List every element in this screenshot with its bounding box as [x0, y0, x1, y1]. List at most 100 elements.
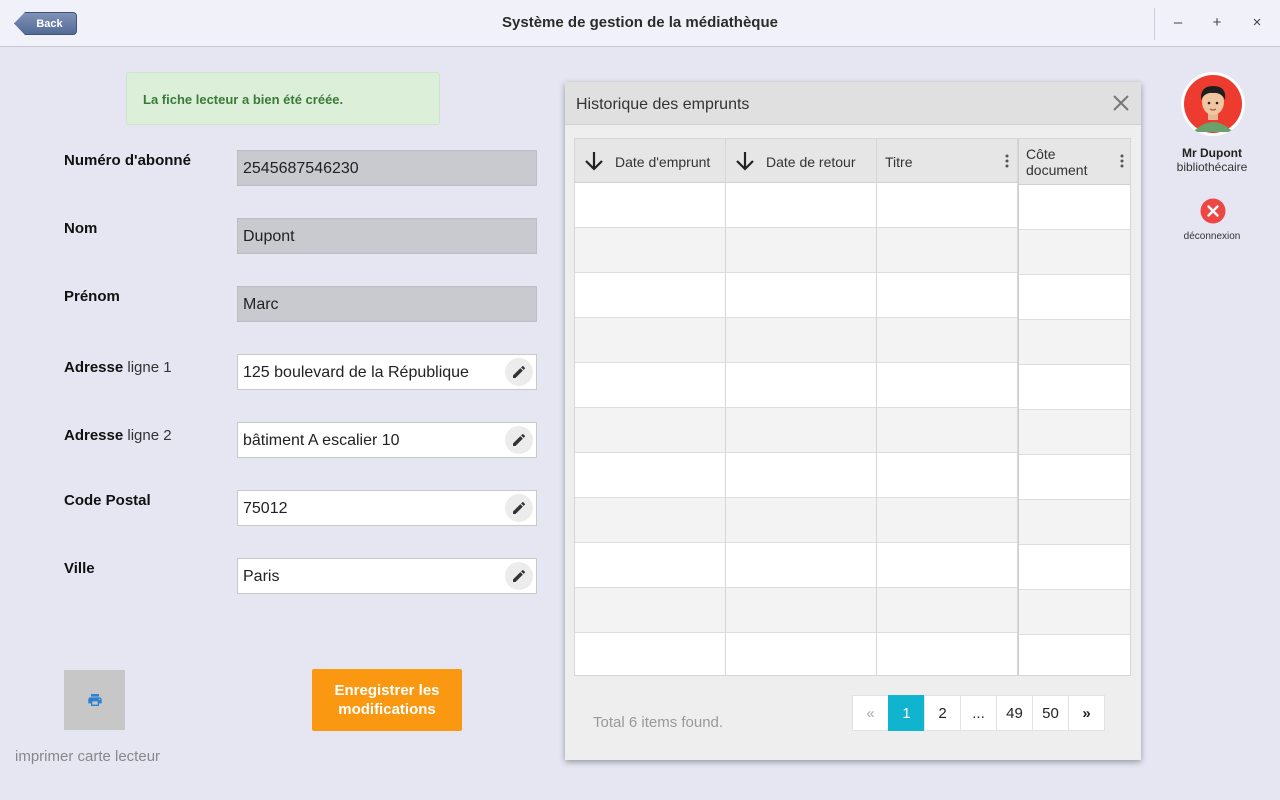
- table-cell: [1019, 500, 1130, 545]
- more-vertical-icon[interactable]: [1005, 154, 1009, 168]
- maximize-button[interactable]: +: [1207, 12, 1227, 34]
- avatar[interactable]: [1181, 72, 1245, 136]
- table-cell: [877, 633, 1017, 675]
- page-button[interactable]: 49: [996, 695, 1033, 731]
- success-alert-text: La fiche lecteur a bien été créée.: [143, 92, 344, 107]
- pencil-icon: [513, 569, 526, 582]
- edit-address2-button[interactable]: [505, 426, 533, 454]
- header-loan-date-label: Date d'emprunt: [615, 154, 711, 170]
- header-title[interactable]: Titre: [877, 139, 1017, 183]
- header-doc-code-line2: document: [1026, 162, 1088, 178]
- table-cell: [575, 633, 725, 675]
- first-name-value: Marc: [243, 296, 279, 313]
- page-button[interactable]: 50: [1032, 695, 1069, 731]
- address2-value: bâtiment A escalier 10: [243, 432, 400, 449]
- city-label: Ville: [64, 560, 95, 577]
- arrow-down-icon[interactable]: [584, 150, 604, 172]
- table-cell: [575, 318, 725, 363]
- table-cell: [575, 273, 725, 318]
- table-cell: [877, 318, 1017, 363]
- address2-label-bold: Adresse: [64, 427, 124, 444]
- last-name-field: Dupont: [237, 218, 537, 254]
- table-cell: [1019, 320, 1130, 365]
- table-cell: [575, 588, 725, 633]
- table-cell: [877, 228, 1017, 273]
- table-cell: [1019, 455, 1130, 500]
- header-doc-code[interactable]: Côte document: [1019, 139, 1130, 185]
- page-next-button[interactable]: »: [1068, 695, 1105, 731]
- table-cell: [877, 273, 1017, 318]
- table-cell: [726, 183, 876, 228]
- table-cell: [877, 183, 1017, 228]
- table-cell: [1019, 410, 1130, 455]
- loan-history-table: Date d'emprunt Date de retour Titre Côte…: [574, 138, 1131, 676]
- header-title-label: Titre: [885, 154, 913, 170]
- city-field[interactable]: Paris: [237, 558, 537, 594]
- address1-field[interactable]: 125 boulevard de la République: [237, 354, 537, 390]
- address1-label: Adresse ligne 1: [64, 359, 172, 376]
- address1-label-bold: Adresse: [64, 359, 124, 376]
- header-doc-code-line1: Côte: [1026, 146, 1056, 162]
- dialog-title: Historique des emprunts: [576, 96, 750, 113]
- user-role: bibliothécaire: [1176, 160, 1248, 174]
- printer-icon: [87, 694, 102, 706]
- arrow-down-icon[interactable]: [735, 150, 755, 172]
- city-value: Paris: [243, 568, 280, 585]
- postal-code-field[interactable]: 75012: [237, 490, 537, 526]
- first-name-field: Marc: [237, 286, 537, 322]
- column-title: Titre: [877, 139, 1018, 675]
- edit-address1-button[interactable]: [505, 358, 533, 386]
- save-label-line2: modifications: [338, 701, 436, 718]
- pencil-icon: [513, 501, 526, 514]
- pencil-icon: [513, 365, 526, 378]
- address1-label-rest: ligne 1: [123, 359, 172, 376]
- success-alert: La fiche lecteur a bien été créée.: [126, 72, 440, 125]
- table-cell: [726, 318, 876, 363]
- edit-city-button[interactable]: [505, 562, 533, 590]
- table-cell: [726, 408, 876, 453]
- print-card-button[interactable]: [64, 670, 125, 730]
- column-doc-code: Côte document: [1018, 139, 1130, 675]
- save-changes-button[interactable]: Enregistrer les modifications: [312, 669, 462, 731]
- header-doc-code-label: Côte document: [1026, 146, 1087, 178]
- subscriber-number-field: 2545687546230: [237, 150, 537, 186]
- table-cell: [1019, 365, 1130, 410]
- print-card-label[interactable]: imprimer carte lecteur: [15, 748, 160, 765]
- table-cell: [726, 543, 876, 588]
- table-cell: [726, 363, 876, 408]
- table-cell: [575, 183, 725, 228]
- table-cell: [1019, 230, 1130, 275]
- header-loan-date[interactable]: Date d'emprunt: [575, 139, 725, 183]
- city-label-text: Ville: [64, 560, 95, 577]
- page-first-button[interactable]: «: [852, 695, 889, 731]
- address2-field[interactable]: bâtiment A escalier 10: [237, 422, 537, 458]
- close-icon[interactable]: [1112, 94, 1130, 112]
- logout-icon[interactable]: [1200, 198, 1226, 224]
- column-loan-date: Date d'emprunt: [575, 139, 726, 675]
- last-name-value: Dupont: [243, 228, 295, 245]
- table-cell: [575, 453, 725, 498]
- page-button[interactable]: 2: [924, 695, 961, 731]
- loan-history-dialog: Historique des emprunts Date d'emprunt D…: [565, 82, 1141, 760]
- table-cell: [877, 363, 1017, 408]
- page-button[interactable]: 1: [888, 695, 925, 731]
- subscriber-number-label: Numéro d'abonné: [64, 152, 191, 169]
- table-cell: [575, 408, 725, 453]
- close-window-button[interactable]: ×: [1247, 12, 1267, 34]
- header-return-date[interactable]: Date de retour: [726, 139, 876, 183]
- dialog-header: Historique des emprunts: [565, 82, 1141, 125]
- window-controls-divider: [1154, 8, 1155, 40]
- table-cell: [1019, 545, 1130, 590]
- table-cell: [877, 408, 1017, 453]
- table-cell: [575, 363, 725, 408]
- table-cell: [575, 228, 725, 273]
- table-cell: [877, 543, 1017, 588]
- address2-label: Adresse ligne 2: [64, 427, 172, 444]
- more-vertical-icon[interactable]: [1120, 154, 1124, 168]
- table-cell: [877, 453, 1017, 498]
- logout-button[interactable]: déconnexion: [1162, 231, 1262, 242]
- pagination: « 1 2 ... 49 50 »: [852, 695, 1105, 731]
- table-cell: [1019, 275, 1130, 320]
- edit-postal-code-button[interactable]: [505, 494, 533, 522]
- minimize-button[interactable]: –: [1168, 12, 1188, 34]
